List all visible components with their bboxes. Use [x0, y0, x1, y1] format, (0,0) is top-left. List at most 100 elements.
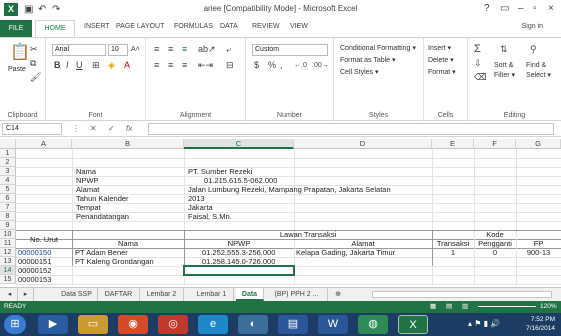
network-app-icon[interactable]: ◍ — [358, 315, 388, 334]
cell-b11[interactable]: Nama — [72, 239, 184, 248]
grow-font-icon[interactable]: A˄ — [131, 44, 140, 55]
cell-g11[interactable]: FP — [516, 239, 561, 248]
cell-b8[interactable]: Penandatangan — [76, 212, 129, 221]
cell-f12[interactable]: 0 — [474, 248, 516, 257]
cell-f11[interactable]: Pengganti — [474, 239, 516, 248]
cell-e12[interactable]: 1 — [432, 248, 474, 257]
insert-button[interactable]: Insert ▾ — [428, 44, 451, 52]
selected-cell-c14[interactable] — [183, 265, 295, 276]
row-header[interactable]: 6 — [0, 194, 16, 203]
file-explorer-icon[interactable]: ▭ — [78, 315, 108, 334]
tab-view[interactable]: VIEW — [290, 23, 308, 30]
cut-icon[interactable]: ✂ — [30, 44, 38, 55]
help-icon[interactable]: ? — [484, 2, 490, 16]
row-header[interactable]: 4 — [0, 176, 16, 185]
underline-icon[interactable]: U — [76, 60, 83, 71]
format-as-table-button[interactable]: Format as Table ▾ — [340, 56, 396, 64]
zoom-slider[interactable] — [478, 306, 536, 307]
cell-c8[interactable]: Faisal, S.Mn. — [188, 212, 232, 221]
copy-icon[interactable]: ⧉ — [30, 58, 36, 69]
increase-decimal-icon[interactable]: ←.0 — [294, 60, 307, 71]
cell-b6[interactable]: Tahun Kalender — [76, 194, 129, 203]
bold-icon[interactable]: B — [54, 60, 61, 71]
cell-b5[interactable]: Alamat — [76, 185, 99, 194]
column-header-e[interactable]: E — [432, 139, 474, 149]
tab-data[interactable]: DATA — [220, 23, 238, 30]
align-right-icon[interactable]: ≡ — [182, 60, 187, 71]
select-label[interactable]: Select ▾ — [526, 71, 551, 79]
name-box[interactable]: C14 — [2, 123, 62, 135]
media-player-icon[interactable]: ▶ — [38, 315, 68, 334]
fill-icon[interactable]: ⇩ — [474, 58, 482, 69]
row-header[interactable]: 3 — [0, 167, 16, 176]
sheet-tab-daftar[interactable]: DAFTAR — [98, 288, 140, 301]
row-header[interactable]: 8 — [0, 212, 16, 221]
tab-page-layout[interactable]: PAGE LAYOUT — [116, 23, 164, 30]
align-bottom-icon[interactable]: ≡ — [182, 44, 187, 55]
firefox-icon[interactable]: ◐ — [238, 315, 268, 334]
column-header-f[interactable]: F — [474, 139, 516, 149]
cell-c12[interactable]: 01.252.555.3-256.000 — [202, 248, 275, 257]
number-format-select[interactable]: Custom — [252, 44, 328, 56]
column-header-d[interactable]: D — [294, 139, 432, 149]
cell-c10[interactable]: Lawan Transaksi — [184, 230, 432, 239]
italic-icon[interactable]: I — [66, 60, 69, 71]
decrease-decimal-icon[interactable]: .00→ — [312, 60, 329, 71]
currency-icon[interactable]: $ — [254, 60, 259, 71]
cell-b4[interactable]: NPWP — [76, 176, 99, 185]
sheet-tab-data-ssp[interactable]: Data SSP — [56, 288, 98, 301]
sort-label[interactable]: Sort & — [494, 62, 513, 69]
comma-icon[interactable]: , — [280, 60, 283, 71]
indent-icon[interactable]: ⇤⇥ — [198, 60, 213, 71]
row-header[interactable]: 13 — [0, 257, 16, 266]
cell-c6[interactable]: 2013 — [188, 194, 205, 203]
wrap-text-icon[interactable]: ⤶ — [226, 44, 231, 55]
enter-icon[interactable]: ✓ — [108, 123, 115, 135]
column-header-c[interactable]: C — [184, 139, 294, 149]
row-header[interactable]: 10 — [0, 230, 16, 239]
merge-icon[interactable]: ⊟ — [226, 60, 234, 71]
row-header[interactable]: 1 — [0, 149, 16, 158]
cell-d11[interactable]: Alamat — [294, 239, 432, 248]
cell-b3[interactable]: Nama — [76, 167, 96, 176]
format-painter-icon[interactable]: 🖌 — [30, 72, 41, 83]
fill-color-icon[interactable]: ◈ — [108, 60, 115, 71]
horizontal-scrollbar[interactable] — [372, 291, 552, 298]
more-icon[interactable]: ⋮ — [72, 123, 80, 135]
internet-explorer-icon[interactable]: e — [198, 315, 228, 334]
sheet-tab-data[interactable]: Data — [236, 288, 264, 301]
cell-a10[interactable]: No. Urut — [16, 235, 72, 244]
minimize-icon[interactable]: – — [518, 2, 524, 16]
cell-a15[interactable]: 00000153 — [18, 275, 51, 284]
row-header[interactable]: 12 — [0, 248, 16, 257]
paste-icon[interactable]: 📋 — [10, 44, 30, 62]
close-icon[interactable]: × — [548, 2, 554, 16]
sheet-tab-lembar-2[interactable]: Lembar 2 — [140, 288, 184, 301]
tab-review[interactable]: REVIEW — [252, 23, 280, 30]
align-top-icon[interactable]: ≡ — [154, 44, 159, 55]
zoom-level[interactable]: 120% — [540, 301, 557, 313]
sheet-tab-bp-pph[interactable]: (BP) PPH 2 ... — [266, 288, 328, 301]
start-button-icon[interactable]: ⊞ — [4, 315, 26, 334]
font-size-select[interactable]: 10 — [108, 44, 128, 56]
sign-in-link[interactable]: Sign in — [522, 23, 543, 30]
row-header[interactable]: 5 — [0, 185, 16, 194]
chrome-icon[interactable]: ◉ — [118, 315, 148, 334]
cell-c3[interactable]: PT. Sumber Rezeki — [188, 167, 252, 176]
excel-taskbar-icon[interactable]: X — [398, 315, 428, 334]
column-header-g[interactable]: G — [516, 139, 561, 149]
sheet-scroll-right-icon[interactable]: ▸ — [18, 288, 34, 301]
cell-c4[interactable]: 01.215.615.5-062.000 — [204, 176, 277, 185]
cell-a13[interactable]: 00000151 — [18, 257, 51, 266]
cell-a14[interactable]: 00000152 — [18, 266, 51, 275]
row-header[interactable]: 2 — [0, 158, 16, 167]
cell-g12[interactable]: 900-13 — [516, 248, 561, 257]
filter-label[interactable]: Filter ▾ — [494, 71, 515, 79]
align-middle-icon[interactable]: ≡ — [168, 44, 173, 55]
row-header[interactable]: 14 — [0, 266, 16, 275]
tab-file[interactable]: FILE — [0, 20, 32, 37]
sort-filter-icon[interactable]: ⇅ — [500, 44, 508, 55]
column-header-a[interactable]: A — [16, 139, 72, 149]
page-break-view-icon[interactable]: ▥ — [462, 301, 468, 313]
tab-formulas[interactable]: FORMULAS — [174, 23, 213, 30]
